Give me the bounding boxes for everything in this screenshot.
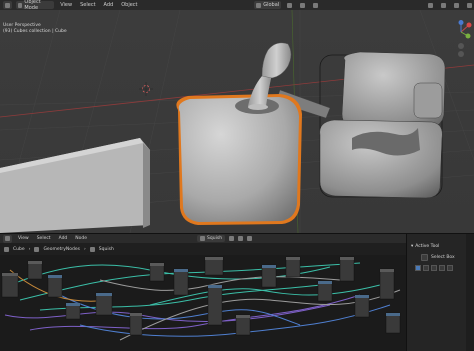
menu-object[interactable]: Object — [119, 1, 139, 9]
x-axis-icon — [466, 22, 472, 28]
visibility-button[interactable] — [426, 1, 435, 9]
snap-button[interactable] — [298, 1, 307, 9]
proportional-button[interactable] — [311, 1, 320, 9]
node-group-icon — [200, 236, 206, 241]
object-mode-icon — [18, 2, 23, 8]
breadcrumb: Cube › GeometryNodes › Squish — [0, 243, 406, 255]
hand-icon — [458, 51, 464, 57]
zoom-icon — [458, 43, 464, 49]
cube-editor-icon — [5, 2, 10, 8]
select-intersect-icon[interactable] — [447, 265, 453, 271]
selection-mode-buttons — [415, 265, 453, 271]
xray-icon — [454, 2, 459, 8]
navigation-gizmo[interactable] — [450, 20, 472, 60]
copy-icon[interactable] — [229, 236, 235, 241]
orientation-dropdown[interactable]: Global — [254, 1, 282, 9]
xray-button[interactable] — [452, 1, 461, 9]
magnet-icon — [300, 2, 306, 8]
select-invert-icon[interactable] — [439, 265, 445, 271]
pivot-button[interactable] — [285, 1, 294, 9]
node-sidebar: ▾ Active Tool Select Box — [406, 234, 474, 351]
breadcrumb-object[interactable]: Cube — [13, 247, 25, 252]
viewport-scene — [0, 10, 474, 233]
blender-window: Object Mode View Select Add Object Globa… — [0, 0, 474, 351]
orientation-label: Global — [263, 2, 280, 8]
node-menu-select[interactable]: Select — [35, 235, 53, 243]
node-menu-view[interactable]: View — [16, 235, 31, 243]
y-axis-icon — [465, 33, 471, 39]
node-group-icon-2 — [89, 246, 95, 252]
shading-icon — [467, 2, 472, 8]
collection-label: (93) Cubes collection | Cube — [3, 29, 67, 34]
node-graph — [1, 256, 401, 341]
pin-icon[interactable] — [247, 236, 253, 241]
breadcrumb-modifier[interactable]: GeometryNodes — [43, 247, 80, 252]
modifier-icon — [34, 246, 40, 252]
viewport-header: Object Mode View Select Add Object Globa… — [0, 0, 474, 11]
menu-view[interactable]: View — [58, 1, 74, 9]
shading-button[interactable] — [465, 1, 474, 9]
chevron-down-icon: ▾ — [411, 244, 414, 249]
active-tool-panel-header[interactable]: ▾ Active Tool — [411, 244, 439, 249]
select-extend-icon[interactable] — [423, 265, 429, 271]
3d-viewport[interactable]: User Perspective (93) Cubes collection |… — [0, 10, 474, 233]
viewport-info: User Perspective (93) Cubes collection |… — [3, 23, 67, 35]
node-tree-icon — [5, 236, 10, 241]
chevron-right-icon-2: › — [83, 246, 86, 252]
close-icon[interactable] — [238, 236, 244, 241]
z-axis-icon — [458, 20, 464, 25]
node-editor-header: View Select Add Node Squish — [0, 234, 406, 243]
eye-icon — [428, 2, 433, 8]
menu-select[interactable]: Select — [78, 1, 97, 9]
breadcrumb-group[interactable]: Squish — [99, 247, 114, 252]
node-menu-node[interactable]: Node — [73, 235, 89, 243]
menu-add[interactable]: Add — [102, 1, 116, 9]
select-box-label: Select Box — [431, 255, 455, 260]
overlays-button[interactable] — [439, 1, 448, 9]
chevron-right-icon: › — [28, 246, 31, 252]
overlays-icon — [441, 2, 446, 8]
editor-type-button[interactable] — [3, 1, 12, 9]
node-editor-type-button[interactable] — [3, 234, 12, 243]
object-icon — [4, 246, 9, 252]
node-menu-add[interactable]: Add — [57, 235, 70, 243]
node-group-selector[interactable]: Squish — [197, 235, 226, 242]
select-subtract-icon[interactable] — [431, 265, 437, 271]
select-new-icon[interactable] — [415, 265, 421, 271]
transform-icon — [256, 2, 262, 8]
proportional-icon — [313, 2, 319, 8]
node-canvas[interactable] — [0, 255, 406, 351]
active-tool-title: Active Tool — [415, 244, 440, 249]
node-group-name: Squish — [207, 236, 223, 241]
pivot-icon — [287, 2, 293, 8]
sidebar-tabs[interactable] — [466, 234, 474, 351]
select-box-tool-icon[interactable] — [421, 254, 428, 261]
mode-dropdown[interactable]: Object Mode — [16, 0, 55, 11]
